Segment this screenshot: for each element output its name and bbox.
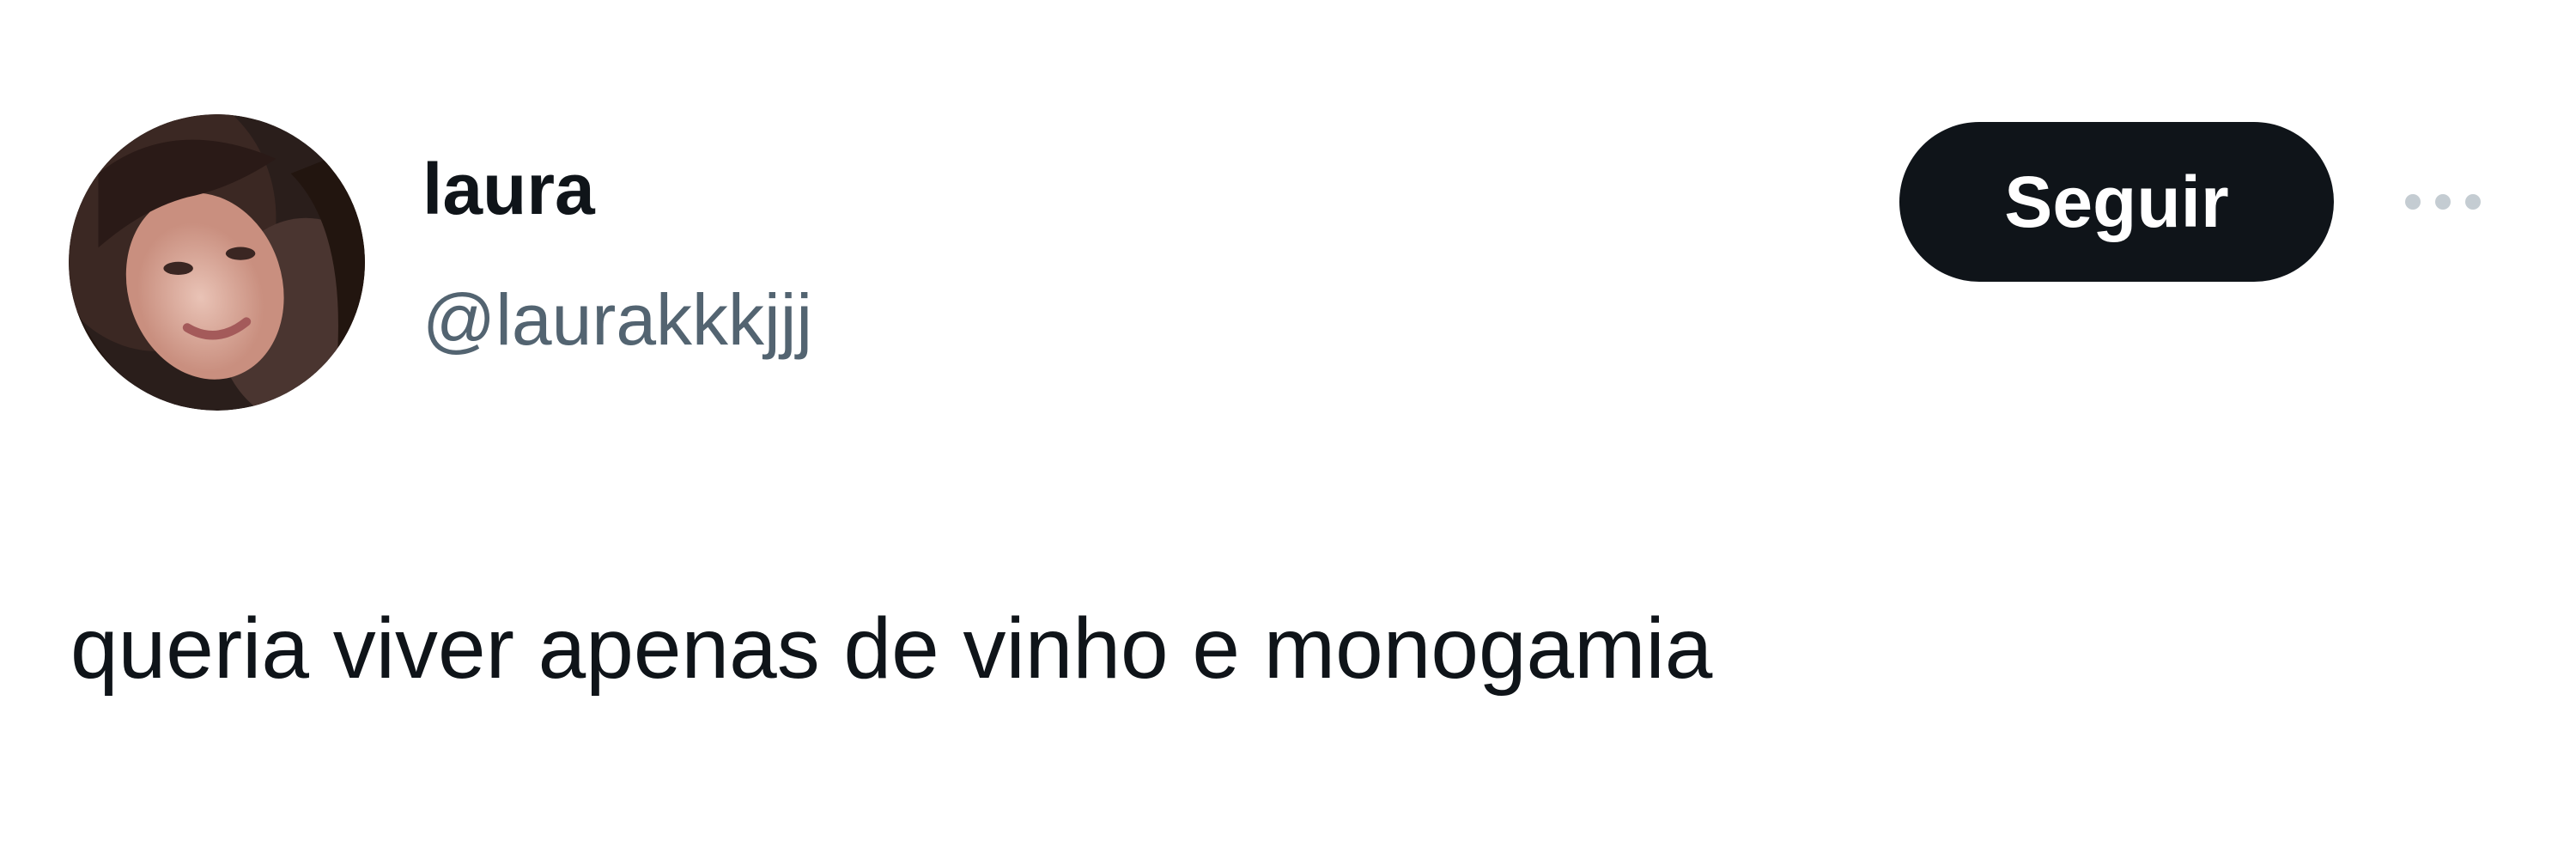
more-options-button[interactable] (2396, 176, 2490, 228)
tweet-card: laura @laurakkkjjj Seguir queria viver a… (0, 0, 2576, 859)
follow-button[interactable]: Seguir (1899, 122, 2334, 282)
more-horizontal-icon (2405, 194, 2481, 210)
avatar-image (69, 114, 365, 411)
avatar[interactable] (69, 114, 365, 411)
tweet-text: queria viver apenas de vinho e monogamia (70, 600, 1713, 697)
author-display-name[interactable]: laura (422, 153, 595, 225)
author-handle[interactable]: @laurakkkjjj (422, 283, 812, 356)
